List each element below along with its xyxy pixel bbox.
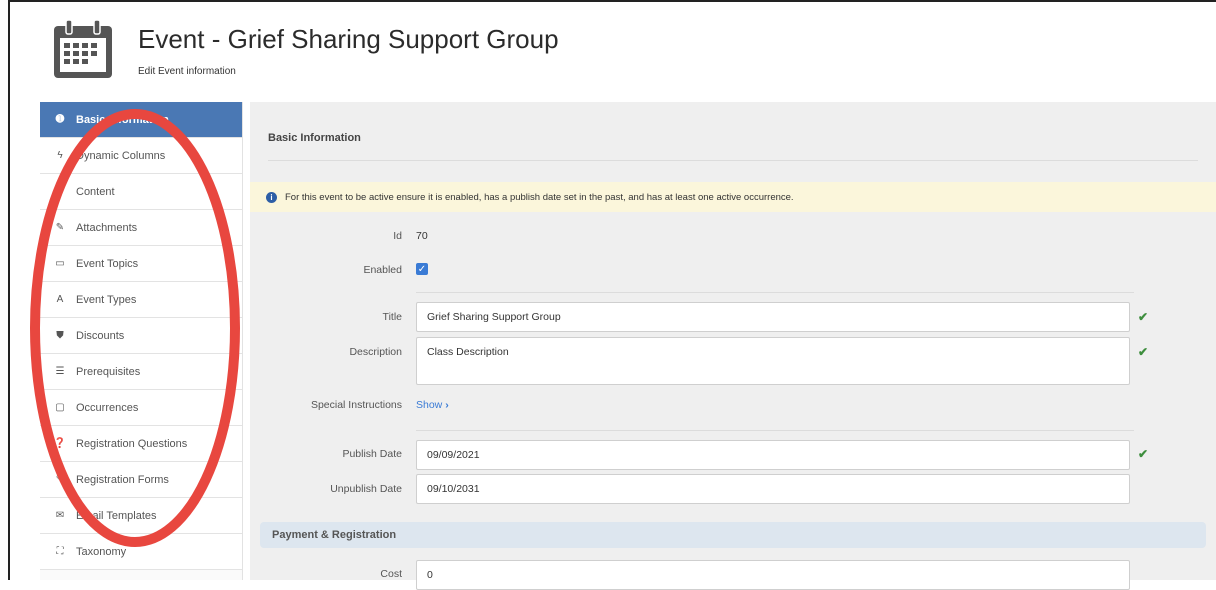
- sidebar-item-label: Attachments: [76, 221, 138, 234]
- divider: [416, 430, 1134, 431]
- calendar-icon: ▢: [55, 402, 65, 413]
- publish-date-label: Publish Date: [342, 448, 402, 460]
- sidebar-item-attachments[interactable]: ✎ Attachments: [40, 210, 242, 246]
- description-label: Description: [349, 346, 402, 358]
- sidebar-item-event-topics[interactable]: ▭ Event Topics: [40, 246, 242, 282]
- info-icon: ➊: [55, 114, 65, 125]
- sidebar-item-registration-questions[interactable]: ❓ Registration Questions: [40, 426, 242, 462]
- question-icon: ❓: [53, 438, 67, 449]
- sidebar-item-label: Event Types: [76, 293, 137, 306]
- tag-icon: ⛊: [56, 330, 64, 341]
- id-value: 70: [416, 230, 428, 242]
- sidebar-item-label: Prerequisites: [76, 365, 141, 378]
- sidebar-item-discounts[interactable]: ⛊ Discounts: [40, 318, 242, 354]
- sidebar-item-prerequisites[interactable]: ☰ Prerequisites: [40, 354, 242, 390]
- alert-text: For this event to be active ensure it is…: [285, 191, 794, 203]
- sidebar-item-label: Event Topics: [76, 257, 139, 270]
- file-icon: ▯: [57, 186, 63, 197]
- title-valid-check-icon: ✔: [1138, 310, 1149, 324]
- sidebar-item-label: Email Templates: [76, 509, 157, 522]
- title-label: Title: [382, 311, 402, 323]
- sidebar-item-label: Dynamic Columns: [76, 149, 166, 162]
- special-instructions-label: Special Instructions: [310, 399, 402, 411]
- enabled-checkbox[interactable]: ✓: [416, 263, 428, 275]
- unpublish-date-field[interactable]: 09/10/2031: [416, 474, 1130, 504]
- payment-section-header: Payment & Registration: [260, 522, 1206, 548]
- page-title: Event - Grief Sharing Support Group: [138, 24, 559, 54]
- calendar-icon: [54, 19, 112, 78]
- sidebar-item-label: Content: [76, 185, 115, 198]
- bolt-icon: ϟ: [57, 150, 63, 161]
- paperclip-icon: ✎: [55, 222, 65, 233]
- sidebar-item-label: Discounts: [76, 329, 125, 342]
- sidebar-item-basic-information[interactable]: ➊ Basic Information: [40, 102, 242, 138]
- enabled-label: Enabled: [363, 264, 402, 276]
- sidebar-item-registration-forms[interactable]: ✎ Registration Forms: [40, 462, 242, 498]
- sidebar-nav: ➊ Basic Information ϟ Dynamic Columns ▯ Conte…: [40, 102, 243, 580]
- sidebar-item-taxonomy[interactable]: ⛶ Taxonomy: [40, 534, 242, 570]
- main-panel: Basic Information i For this event to be…: [250, 102, 1216, 590]
- pencil-icon: ✎: [55, 474, 65, 485]
- sidebar-item-occurrences[interactable]: ▢ Occurrences: [40, 390, 242, 426]
- sitemap-icon: ⛶: [56, 546, 64, 557]
- id-label: Id: [393, 230, 402, 242]
- description-valid-check-icon: ✔: [1138, 345, 1149, 359]
- page-subtitle: Edit Event information: [138, 66, 236, 77]
- cost-field[interactable]: 0: [416, 560, 1130, 590]
- sidebar-item-label: Taxonomy: [76, 545, 127, 558]
- sidebar-item-event-types[interactable]: A Event Types: [40, 282, 242, 318]
- sidebar-item-content[interactable]: ▯ Content: [40, 174, 242, 210]
- cost-label: Cost: [380, 568, 402, 580]
- publish-date-field[interactable]: 09/09/2021: [416, 440, 1130, 470]
- envelope-icon: ✉: [55, 510, 65, 521]
- sidebar-item-label: Occurrences: [76, 401, 139, 414]
- info-alert: i For this event to be active ensure it …: [250, 182, 1216, 212]
- payment-section-title: Payment & Registration: [272, 529, 397, 541]
- list-icon: ☰: [55, 366, 65, 377]
- sidebar-item-dynamic-columns[interactable]: ϟ Dynamic Columns: [40, 138, 242, 174]
- show-link-label: Show: [416, 399, 443, 411]
- title-field[interactable]: Grief Sharing Support Group: [416, 302, 1130, 332]
- sidebar-item-label: Registration Questions: [76, 437, 188, 450]
- chevron-right-icon: ›: [445, 399, 449, 411]
- font-icon: A: [56, 294, 64, 305]
- divider: [268, 160, 1198, 161]
- description-field[interactable]: Class Description: [416, 337, 1130, 385]
- folder-icon: ▭: [55, 258, 65, 269]
- divider: [416, 292, 1134, 293]
- info-icon: i: [266, 191, 277, 203]
- sidebar-item-email-templates[interactable]: ✉ Email Templates: [40, 498, 242, 534]
- sidebar-item-label: Basic Information: [76, 113, 169, 126]
- section-title: Basic Information: [268, 132, 361, 144]
- publish-valid-check-icon: ✔: [1138, 447, 1149, 461]
- special-instructions-show-link[interactable]: Show ›: [416, 399, 449, 411]
- sidebar-item-label: Registration Forms: [76, 473, 169, 486]
- unpublish-date-label: Unpublish Date: [330, 483, 402, 495]
